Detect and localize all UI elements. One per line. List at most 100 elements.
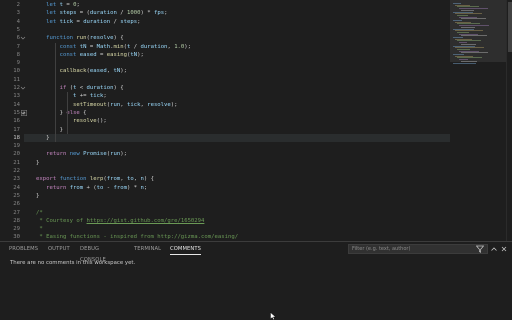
- code-token: =: [62, 2, 74, 8]
- code-token: /: [116, 10, 127, 17]
- code-token: callback: [59, 68, 87, 75]
- indent-guide: [67, 117, 68, 134]
- line-number: 22: [13, 168, 20, 174]
- code-line[interactable]: * Courtesy of https://gist.github.com/gr…: [36, 217, 204, 225]
- code-line[interactable]: resolve();: [36, 117, 107, 125]
- line-number: 14: [13, 101, 20, 108]
- code-token: duration: [140, 43, 168, 50]
- line-number: 28: [13, 217, 20, 224]
- code-token: *: [36, 226, 43, 233]
- tab-output[interactable]: OUTPUT: [48, 244, 70, 255]
- comments-empty-message: There are no comments in this workspace …: [10, 260, 136, 266]
- code-token: eased: [79, 51, 97, 58]
- code-token: return: [46, 184, 70, 191]
- code-token: easing: [106, 51, 127, 58]
- line-number: 6: [16, 35, 20, 42]
- line-number: 25: [13, 192, 20, 199]
- code-token: if: [59, 85, 70, 91]
- code-token: );: [170, 101, 178, 108]
- code-token: +=: [76, 93, 90, 100]
- close-icon[interactable]: [499, 244, 508, 254]
- code-line[interactable]: const tN = Math.min(t / duration, 1.0);: [36, 43, 191, 51]
- code-line[interactable]: setTimeout(run, tick, resolve);: [36, 101, 178, 109]
- tab-comments[interactable]: COMMENTS: [170, 244, 202, 255]
- code-token: ) {: [143, 176, 154, 183]
- line-number: 17: [13, 126, 20, 133]
- code-token: }: [59, 126, 63, 133]
- line-number: 11: [13, 76, 20, 83]
- code-token: ,: [120, 176, 127, 183]
- code-line[interactable]: /*: [36, 209, 43, 217]
- indent-guide: [55, 42, 56, 143]
- code-line[interactable]: }: [36, 159, 39, 167]
- line-number: 21: [13, 159, 20, 166]
- code-token: ) *: [140, 10, 154, 17]
- code-token: lerp: [89, 176, 104, 183]
- code-line[interactable]: * Easing functions - inspired from http:…: [36, 233, 238, 241]
- code-token: from: [69, 184, 84, 191]
- code-line[interactable]: return from + (to - from) * n;: [36, 184, 147, 192]
- code-token: ;: [137, 18, 141, 25]
- code-line[interactable]: const eased = easing(tN);: [36, 51, 144, 59]
- code-token: run: [110, 101, 121, 108]
- code-token: <: [76, 85, 87, 91]
- line-number: 18: [13, 134, 20, 141]
- code-line[interactable]: function run(resolve) {: [36, 34, 123, 42]
- code-token: =: [73, 18, 84, 25]
- code-line[interactable]: }: [36, 126, 63, 134]
- code-line[interactable]: *: [36, 225, 43, 233]
- code-line[interactable]: } else {: [36, 109, 87, 117]
- code-token: new: [69, 151, 84, 158]
- code-line[interactable]: }: [36, 192, 39, 200]
- code-token: tick: [59, 18, 74, 25]
- code-token: ) *: [127, 184, 141, 191]
- line-number: 12: [13, 85, 20, 91]
- code-line[interactable]: return new Promise(run);: [36, 150, 127, 158]
- editor-scrollbar[interactable]: [506, 0, 512, 241]
- code-line[interactable]: let tick = duration / steps;: [36, 18, 140, 26]
- code-line[interactable]: export function lerp(from, to, n) {: [36, 175, 154, 183]
- code-area[interactable]: let t = 0; let steps = (duration / 1000)…: [24, 0, 450, 241]
- minimap[interactable]: [450, 0, 506, 241]
- code-token: );: [137, 51, 144, 58]
- line-number: 7: [16, 43, 20, 50]
- code-token: let: [46, 2, 60, 8]
- line-number: 9: [16, 60, 20, 67]
- code-line[interactable]: t += tick;: [36, 92, 107, 100]
- code-token: setTimeout: [73, 101, 107, 108]
- code-token: min: [113, 43, 124, 50]
- code-line[interactable]: callback(eased, tN);: [36, 67, 127, 75]
- minimap-line: [461, 52, 488, 54]
- tab-problems[interactable]: PROBLEMS: [9, 244, 38, 255]
- code-token: steps: [59, 10, 77, 17]
- code-token: let: [46, 18, 60, 25]
- code-token: );: [184, 43, 192, 50]
- code-editor[interactable]: 2 3 4 5 6 7 8 9 10 11 12 13 14 15 16 17 18 19 20 21 22 23 24 25…: [0, 0, 512, 241]
- tab-terminal[interactable]: TERMINAL: [134, 244, 161, 255]
- code-token: 1000: [126, 10, 141, 17]
- minimap-line: [461, 18, 486, 20]
- chevron-up-icon[interactable]: [489, 244, 498, 254]
- comments-filter-input[interactable]: Filter (e.g. text, author): [348, 244, 488, 254]
- code-line[interactable]: }: [24, 133, 450, 143]
- filter-placeholder: Filter (e.g. text, author): [352, 246, 411, 252]
- code-line[interactable]: if (t < duration) {: [36, 84, 124, 92]
- code-line[interactable]: let t = 0;: [36, 1, 80, 9]
- line-number: 2: [16, 2, 20, 8]
- line-number: 19: [13, 143, 20, 150]
- code-token: to: [126, 176, 134, 183]
- code-token: resolve: [73, 118, 97, 125]
- filter-icon[interactable]: [475, 244, 484, 254]
- code-line[interactable]: let steps = (duration / 1000) * fps;: [36, 9, 167, 17]
- code-token: );: [120, 151, 127, 158]
- scrollbar-thumb[interactable]: [508, 2, 512, 52]
- code-token: /*: [36, 209, 43, 216]
- code-token: * Easing functions - inspired from http:…: [36, 234, 239, 241]
- code-token: ;: [76, 2, 80, 8]
- tab-debug-console[interactable]: DEBUG CONSOLE: [80, 244, 106, 263]
- line-number: 15: [13, 109, 20, 116]
- code-token: ;: [164, 10, 168, 17]
